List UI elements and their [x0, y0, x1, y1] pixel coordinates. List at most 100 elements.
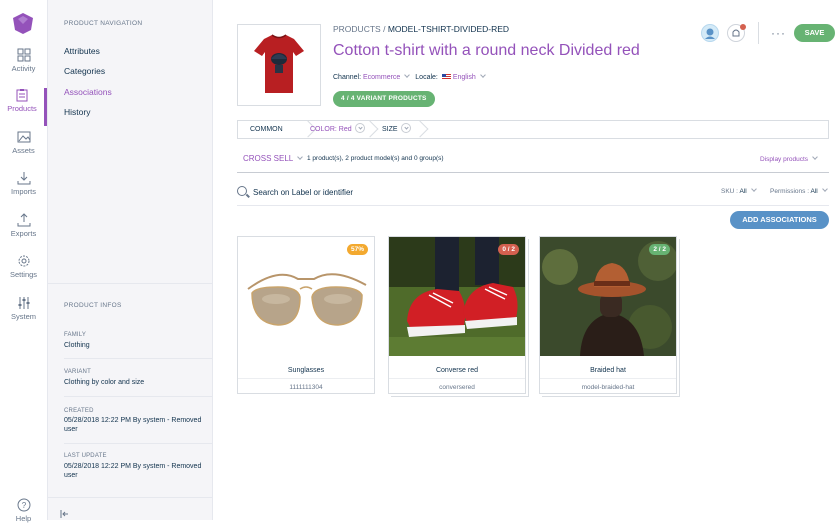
association-count: 1 product(s), 2 product model(s) and 0 g… — [307, 155, 444, 162]
breadcrumb-separator: / — [383, 24, 386, 34]
notification-dot — [740, 24, 746, 30]
last-update-label: LAST UPDATE — [64, 453, 107, 459]
navigation-title: PRODUCT NAVIGATION — [64, 20, 143, 27]
context-switchers: Channel: Ecommerce Locale: English — [333, 72, 489, 81]
nav-attributes[interactable]: Attributes — [64, 46, 100, 56]
export-icon — [17, 213, 30, 227]
nav-associations[interactable]: Associations — [64, 87, 112, 97]
sku-filter-label: SKU : — [721, 188, 738, 195]
notifications-icon[interactable] — [727, 24, 746, 42]
search-icon — [237, 186, 247, 196]
association-card-sunglasses[interactable]: 57% Sunglasses 1111111304 — [237, 236, 375, 394]
product-thumbnail[interactable] — [237, 24, 321, 106]
breadcrumb-current: MODEL-TSHIRT-DIVIDED-RED — [387, 24, 510, 34]
help-link[interactable]: ? Help — [0, 498, 47, 523]
add-associations-button[interactable]: ADD ASSOCIATIONS — [730, 211, 829, 229]
last-update-value: 05/28/2018 12:22 PM By system - Removed … — [64, 463, 202, 479]
image-icon — [17, 131, 30, 143]
completeness-badge: 0 / 2 — [498, 244, 519, 255]
channel-switcher[interactable]: Ecommerce — [363, 74, 400, 81]
locale-label: Locale: — [415, 74, 438, 81]
search-divider — [237, 205, 829, 206]
axis-common[interactable]: COMMON — [250, 121, 283, 138]
axis-color-label: COLOR: Red — [310, 126, 352, 133]
us-flag-icon — [441, 74, 451, 80]
completeness-badge: 2 / 2 — [649, 244, 670, 255]
nav-categories[interactable]: Categories — [64, 66, 105, 76]
association-divider — [237, 172, 829, 173]
axis-size[interactable]: SIZE — [382, 121, 411, 138]
card-code: model-braided-hat — [581, 384, 635, 391]
chevron-down-icon — [750, 186, 757, 192]
menu-products[interactable]: Products — [0, 88, 47, 126]
nav-history[interactable]: History — [64, 107, 90, 117]
association-type-switcher[interactable]: CROSS SELL — [243, 154, 306, 163]
menu-exports-label: Exports — [10, 229, 37, 238]
card-name: Converse red — [435, 367, 479, 374]
help-icon: ? — [17, 498, 30, 512]
header-divider — [758, 22, 759, 44]
card-divider — [238, 378, 374, 379]
user-avatar-icon[interactable] — [701, 24, 719, 42]
sidebar-bottom-divider — [48, 497, 213, 498]
chevron-down-icon — [400, 123, 411, 133]
akeneo-logo[interactable] — [10, 10, 36, 36]
search-input[interactable] — [253, 184, 553, 200]
menu-activity[interactable]: Activity — [0, 48, 47, 86]
more-actions-button[interactable]: ··· — [771, 26, 786, 40]
import-icon — [17, 172, 30, 185]
product-title: Cotton t-shirt with a round neck Divided… — [333, 42, 640, 59]
axis-color[interactable]: COLOR: Red — [310, 121, 365, 138]
locale-switcher[interactable]: English — [453, 74, 476, 81]
tshirt-image — [254, 34, 304, 93]
permissions-filter-value: All — [810, 188, 818, 195]
breadcrumb: PRODUCTS / MODEL-TSHIRT-DIVIDED-RED — [333, 24, 509, 34]
created-value: 05/28/2018 12:22 PM By system - Removed … — [64, 417, 202, 433]
menu-system[interactable]: System — [0, 296, 47, 334]
svg-text:?: ? — [21, 501, 26, 510]
dashboard-icon — [17, 48, 30, 62]
menu-settings[interactable]: Settings — [0, 254, 47, 292]
display-products-label: Display products — [760, 156, 809, 163]
menu-imports[interactable]: Imports — [0, 171, 47, 209]
menu-settings-label: Settings — [9, 270, 38, 279]
menu-products-label: Products — [7, 104, 37, 113]
menu-imports-label: Imports — [10, 187, 36, 196]
permissions-filter-label: Permissions : — [770, 188, 810, 195]
product-infos-title: PRODUCT INFOS — [64, 302, 122, 309]
card-divider — [540, 378, 676, 379]
card-divider — [389, 378, 525, 379]
card-code: conversered — [439, 384, 475, 391]
menu-activity-label: Activity — [11, 64, 36, 73]
channel-label: Channel: — [333, 74, 362, 81]
menu-exports[interactable]: Exports — [0, 213, 47, 251]
association-card-braided-hat[interactable]: 2 / 2 Braided hat model-braided-hat — [539, 236, 677, 394]
save-button[interactable]: SAVE — [794, 24, 835, 42]
sidebar-divider — [48, 283, 213, 284]
card-code: 1111111304 — [289, 384, 323, 391]
info-divider — [64, 443, 213, 444]
family-value: Clothing — [64, 342, 90, 349]
permissions-filter[interactable]: Permissions : All — [770, 186, 831, 195]
menu-system-label: System — [10, 312, 36, 321]
card-name: Sunglasses — [287, 367, 325, 374]
association-card-converse-red[interactable]: 0 / 2 Converse red conversered — [388, 236, 526, 394]
menu-assets[interactable]: Assets — [0, 130, 47, 168]
info-divider — [64, 396, 213, 397]
breadcrumb-products[interactable]: PRODUCTS — [333, 24, 381, 34]
variant-axes-navigation: COMMON COLOR: Red SIZE — [237, 120, 829, 139]
main-content: PRODUCTS / MODEL-TSHIRT-DIVIDED-RED Cott… — [213, 0, 840, 520]
axis-size-label: SIZE — [382, 126, 398, 133]
family-label: FAMILY — [64, 332, 87, 338]
collapse-sidebar-icon[interactable] — [60, 510, 70, 518]
info-divider — [64, 358, 213, 359]
display-products-switcher[interactable]: Display products — [760, 154, 821, 163]
main-menu: Activity Products Assets Imports Exports… — [0, 0, 48, 523]
help-label: Help — [15, 514, 32, 523]
sku-filter[interactable]: SKU : All — [721, 186, 760, 195]
association-type-label: CROSS SELL — [243, 154, 294, 163]
gear-icon — [18, 255, 29, 267]
chevron-down-icon — [812, 154, 818, 160]
card-name: Braided hat — [590, 367, 626, 374]
variant-products-badge[interactable]: 4 / 4 VARIANT PRODUCTS — [333, 91, 435, 107]
